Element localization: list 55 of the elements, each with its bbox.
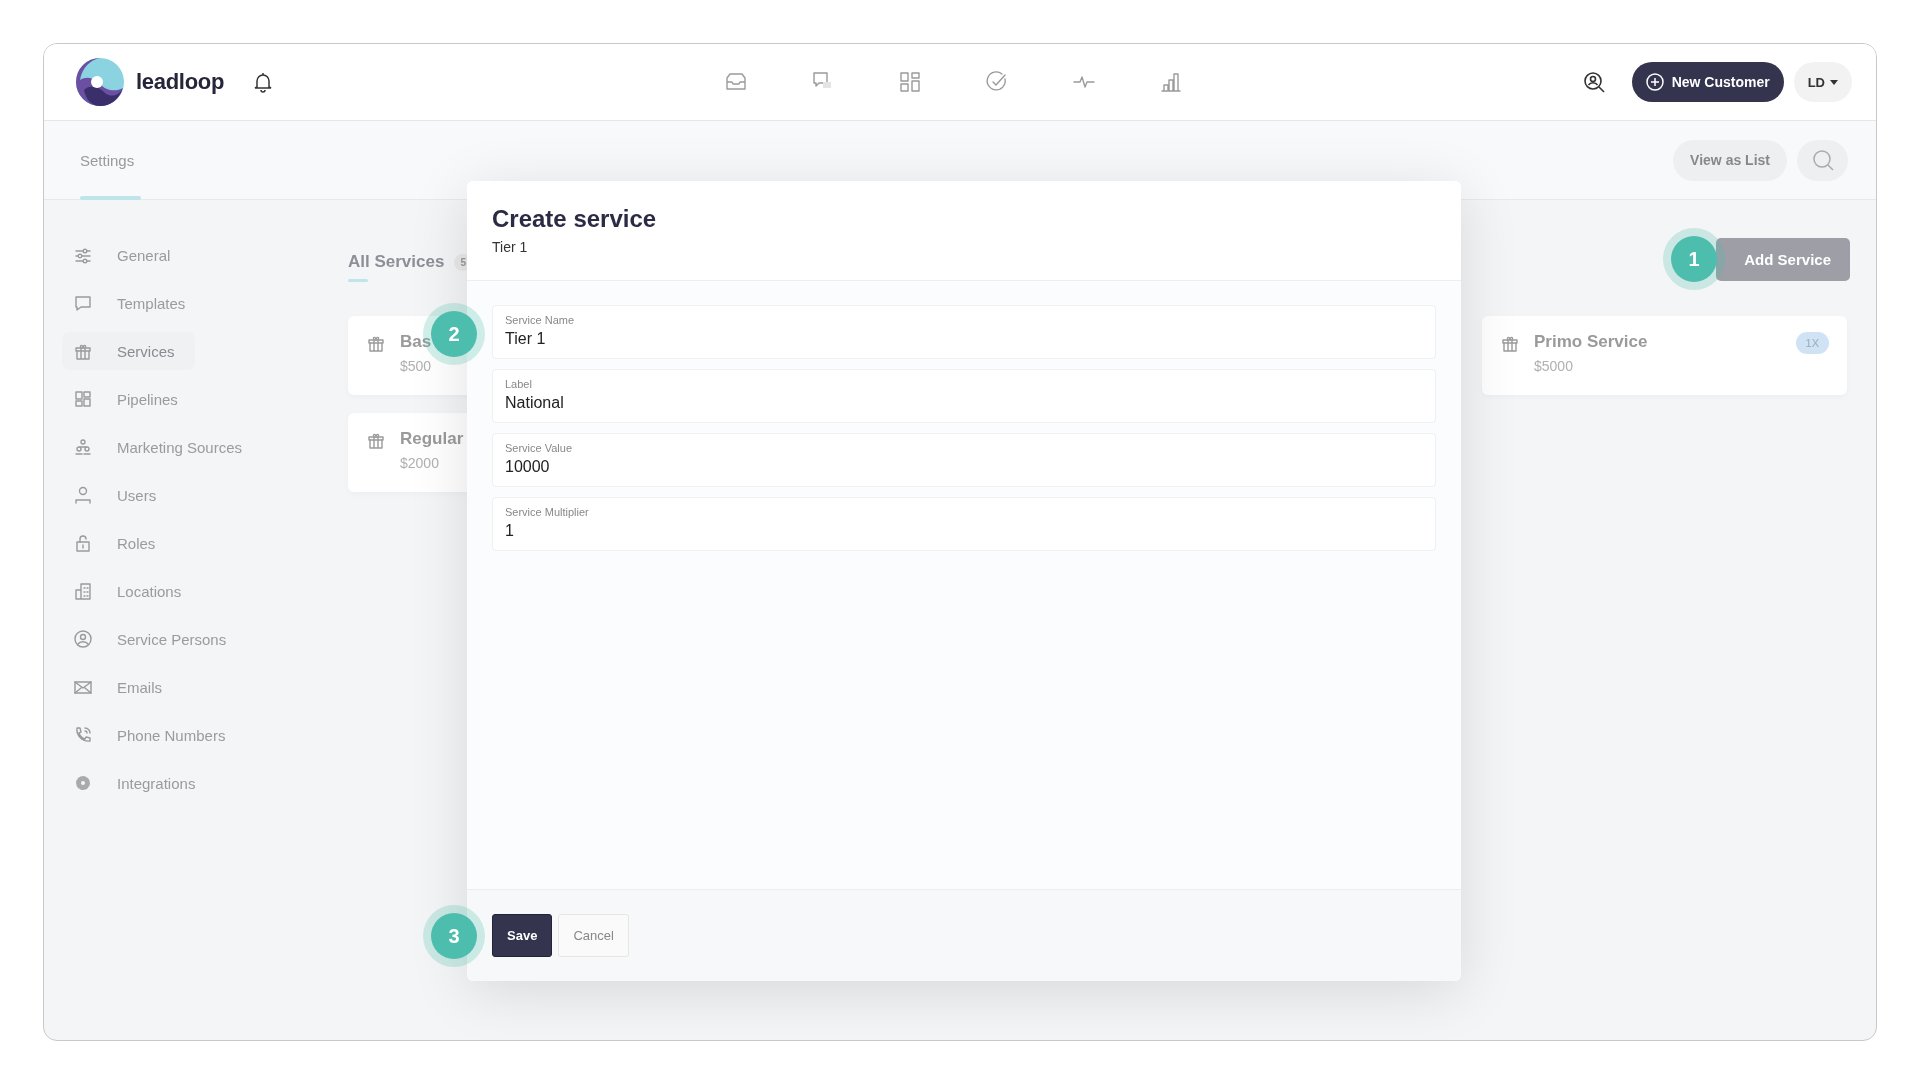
service-price: $5000 [1534,358,1573,374]
step-marker: 3 [431,913,477,959]
text-field[interactable]: Service Name Tier 1 [492,305,1436,359]
view-as-list-button[interactable]: View as List [1673,139,1787,181]
sidebar-item[interactable]: Users [62,476,177,514]
tab-underline [348,279,368,282]
user-circle-icon [73,629,93,649]
grid-icon[interactable] [898,70,922,94]
save-button[interactable]: Save [492,914,553,957]
chat-bubble-icon [73,293,93,313]
step-marker: 1 [1671,236,1717,282]
service-name: Primo Service [1534,332,1648,352]
user-icon [73,485,93,505]
service-price: $2000 [400,455,439,471]
people-icon [73,437,93,457]
sidebar-item[interactable]: Marketing Sources [62,428,263,466]
sidebar-item[interactable]: General [62,236,191,274]
grid-icon [73,389,93,409]
modal-title: Create service [492,205,658,233]
caret-icon [1830,79,1838,85]
search-icon [1811,149,1834,171]
sidebar-item[interactable]: Locations [62,572,202,610]
sidebar-item[interactable]: Services [62,332,195,370]
new-customer-button[interactable]: New Customer [1631,62,1784,102]
sidebar-item[interactable]: Service Persons [62,620,247,658]
sidebar-item[interactable]: Pipelines [62,380,198,418]
service-price: $500 [400,358,432,374]
sidebar-item[interactable]: Roles [62,524,176,562]
lock-icon [73,533,93,553]
text-field[interactable]: Service Value 10000 [492,433,1436,487]
add-service-button[interactable]: Add Service [1716,238,1850,281]
user-search-icon[interactable] [1581,70,1606,94]
sidebar-item[interactable]: Phone Numbers [62,716,246,754]
sidebar-item[interactable]: Templates [62,284,206,322]
user-menu-button[interactable]: LD [1793,62,1852,102]
cancel-button[interactable]: Cancel [558,914,629,957]
building-icon [73,581,93,601]
bar-chart-icon[interactable] [1159,70,1183,94]
sidebar-item[interactable]: Emails [62,668,182,706]
multiplier-badge: 1X [1795,332,1829,354]
logo-icon[interactable] [76,58,124,106]
service-name: Regular [400,429,464,449]
plus-circle-icon [1645,73,1664,91]
modal-subtitle: Tier 1 [492,239,529,255]
page-title: Settings [80,151,135,169]
check-circle-icon[interactable] [985,70,1009,94]
search-button[interactable] [1797,139,1848,181]
service-card[interactable]: Primo Service $5000 1X [1482,316,1847,395]
sidebar-item[interactable]: Integrations [62,764,216,802]
brand-name: leadloop [136,69,225,95]
service-name: Bas [400,332,432,352]
text-field[interactable]: Label National [492,369,1436,423]
text-field[interactable]: Service Multiplier 1 [492,497,1436,551]
phone-icon [73,725,93,745]
tab-underline [80,196,141,200]
